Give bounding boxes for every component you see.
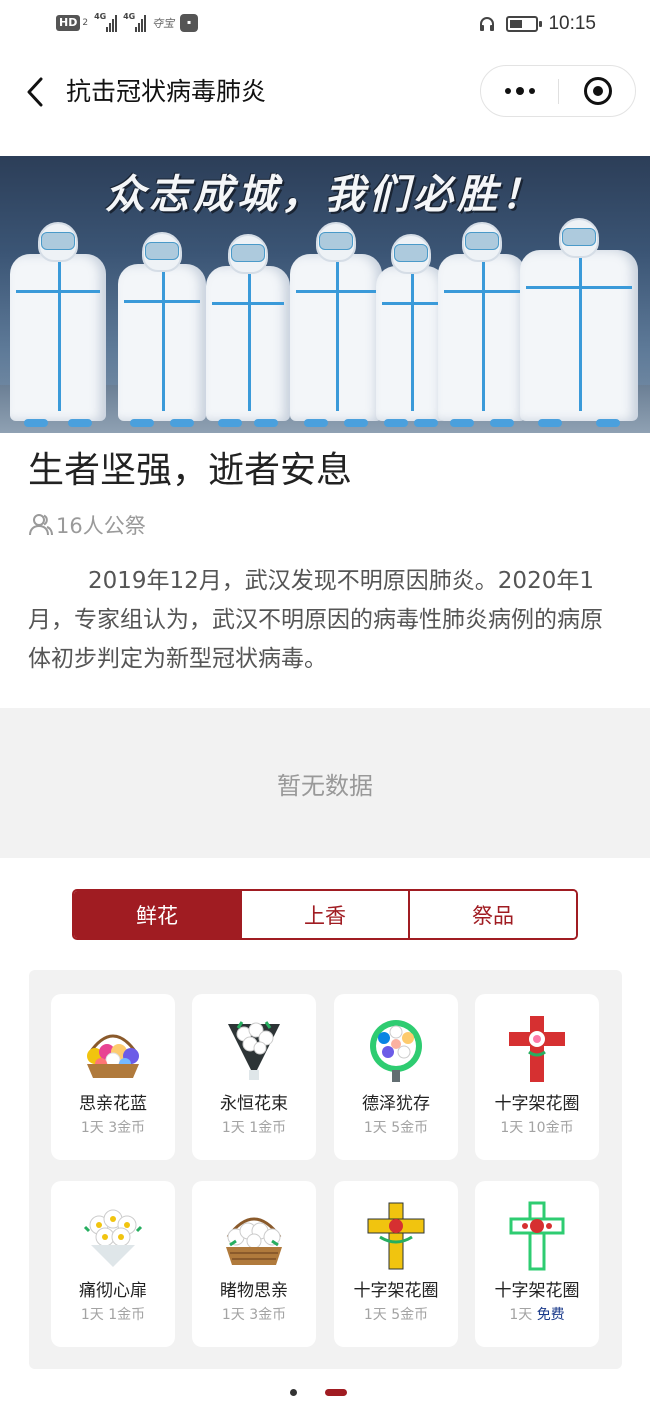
hd-sub: 2 [82,18,89,28]
offering-name: 睹物思亲 [220,1281,288,1301]
miniprogram-capsule [480,65,636,117]
offering-cost-free: 免费 [536,1307,565,1323]
target-icon [584,77,612,105]
more-dot-icon [505,88,511,94]
app-notification-icon: ▪ [180,14,199,32]
offering-tabs: 鲜花 上香 祭品 [72,889,578,940]
more-dot-icon [529,88,535,94]
memorial-title: 生者坚强，逝者安息 [28,450,353,491]
offering-duration: 1天 [363,1307,387,1323]
white-basket-icon [226,1217,282,1265]
signal-icon-sim2: 4G [123,12,147,32]
memorial-description: 2019年12月，武汉发现不明原因肺炎。2020年1月，专家组认为，武汉不明原因… [28,568,603,672]
more-button[interactable] [481,66,559,116]
medical-worker-figure [376,234,446,427]
tab-incense[interactable]: 上香 [242,891,410,938]
offering-cost: 3金币 [108,1120,146,1136]
offering-name: 德泽犹存 [362,1094,430,1114]
offering-cost: 10金币 [527,1120,574,1136]
mourner-count-label: 16人公祭 [56,514,146,538]
offering-duration: 1天 [363,1120,387,1136]
headphones-icon [480,17,495,31]
offering-price: 1天 5金币 [334,1305,458,1325]
offering-card[interactable]: 德泽犹存 1天 5金币 [334,994,458,1160]
more-dot-icon [516,87,524,95]
offering-cost: 5金币 [391,1120,429,1136]
page-dot[interactable] [290,1389,297,1396]
bouquet-icon [228,1021,280,1080]
hero-banner: 众志成城，我们必胜！ [0,156,650,433]
sim1-label: 4G [94,12,107,21]
offering-grid: 思亲花蓝 1天 3金币 永恒花束 1天 1金币 德泽犹存 1天 5金币 十字架花… [29,970,622,1369]
offering-duration: 1天 [80,1120,104,1136]
flower-basket-icon [87,1034,139,1078]
banner-slogan: 众志成城，我们必胜！ [105,171,545,218]
offering-card[interactable]: 永恒花束 1天 1金币 [192,994,316,1160]
status-right: 10:15 [478,13,596,35]
chevron-left-icon [27,77,43,107]
medical-worker-figure [206,234,290,427]
offering-name: 永恒花束 [220,1094,288,1114]
white-cross-wreath-icon [509,1201,565,1271]
offering-duration: 1天 [221,1120,245,1136]
clock: 10:15 [548,13,596,34]
medical-worker-figure [10,222,106,427]
medical-worker-figure [118,232,206,427]
hd-badge: HD [56,15,81,31]
offering-cost: 5金币 [391,1307,429,1323]
offering-price: 1天 免费 [475,1305,599,1325]
red-cross-wreath-icon [509,1016,565,1082]
battery-icon [506,16,543,32]
offering-cost: 1金币 [249,1120,287,1136]
yellow-cross-wreath-icon [367,1202,425,1270]
offering-card[interactable]: 十字架花圈 1天 10金币 [475,994,599,1160]
sim2-label: 4G [123,12,136,21]
offering-cost: 1金币 [108,1307,146,1323]
offering-name: 十字架花圈 [494,1094,580,1114]
offering-name: 十字架花圈 [353,1281,439,1301]
mourner-count: 16人公祭 [28,510,146,540]
nav-bar: 抗击冠状病毒肺炎 [0,52,650,134]
offering-price: 1天 5金币 [334,1118,458,1138]
offering-price: 1天 3金币 [192,1305,316,1325]
white-bouquet-icon [83,1209,143,1267]
offering-card[interactable]: 睹物思亲 1天 3金币 [192,1181,316,1347]
page-dot-active[interactable] [325,1389,347,1396]
offering-name: 痛彻心扉 [79,1281,147,1301]
offering-card[interactable]: 十字架花圈 1天 5金币 [334,1181,458,1347]
offering-price: 1天 3金币 [51,1118,175,1138]
offering-duration: 1天 [221,1307,245,1323]
offering-price: 1天 10金币 [475,1118,599,1138]
close-miniprogram-button[interactable] [559,66,637,116]
app-text: 夺宝 [152,17,175,30]
signal-icon-sim1: 4G [94,12,118,32]
offering-card[interactable]: 痛彻心扉 1天 1金币 [51,1181,175,1347]
offering-duration: 1天 [80,1307,104,1323]
people-icon [29,514,53,536]
empty-text: 暂无数据 [277,771,373,800]
back-button[interactable] [18,72,52,112]
status-bar: HD 2 4G 4G 夺宝 ▪ 10:15 [0,0,650,52]
offering-card[interactable]: 思亲花蓝 1天 3金币 [51,994,175,1160]
page-indicator [0,1387,650,1399]
offering-price: 1天 1金币 [51,1305,175,1325]
offering-name: 思亲花蓝 [79,1094,147,1114]
offering-name: 十字架花圈 [494,1281,580,1301]
offering-duration: 1天 [509,1307,533,1323]
wreath-icon [370,1020,422,1082]
page-title: 抗击冠状病毒肺炎 [66,77,267,106]
medical-worker-figure [290,222,382,427]
tribute-list-empty: 暂无数据 [0,708,650,858]
status-left: HD 2 4G 4G 夺宝 ▪ [56,12,199,32]
medical-worker-figure [520,218,638,427]
offering-cost: 3金币 [249,1307,287,1323]
offering-duration: 1天 [500,1120,524,1136]
offering-card[interactable]: 十字架花圈 1天 免费 [475,1181,599,1347]
tab-offerings[interactable]: 祭品 [410,891,576,938]
medical-worker-figure [438,222,526,427]
tab-flowers[interactable]: 鲜花 [74,891,242,938]
offering-price: 1天 1金币 [192,1118,316,1138]
